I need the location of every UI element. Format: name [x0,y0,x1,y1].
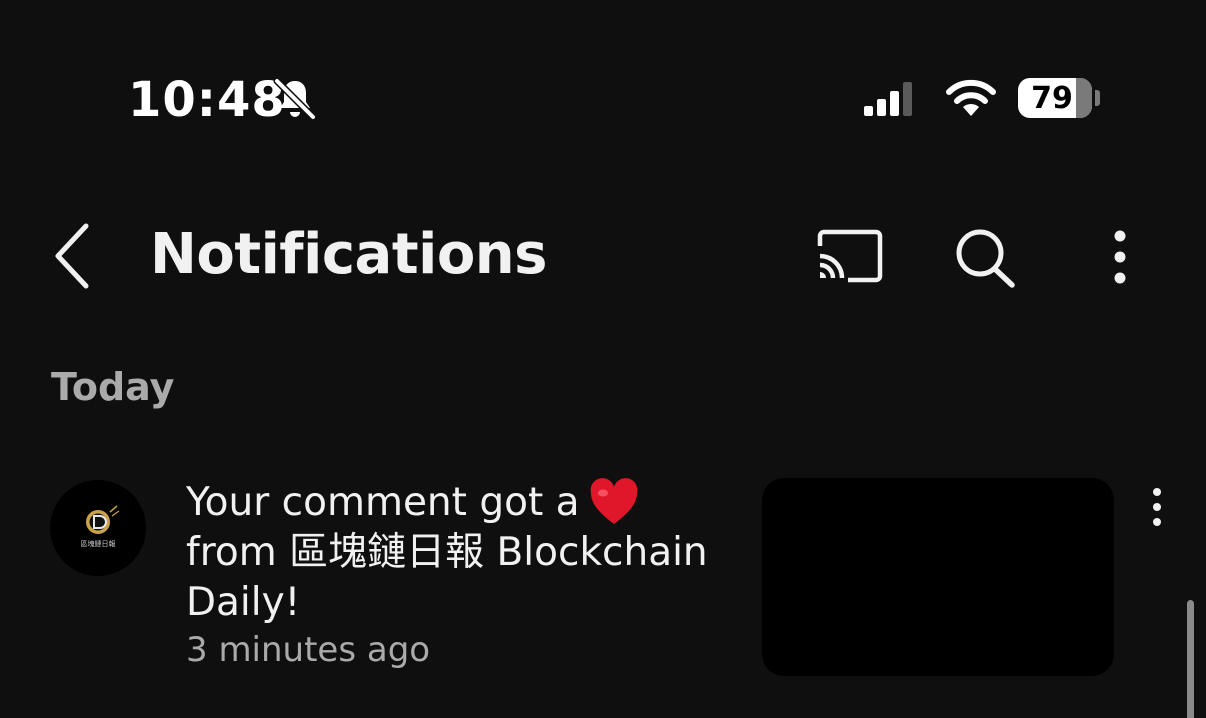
battery-tip [1095,90,1100,106]
more-vert-icon[interactable] [1104,226,1136,288]
battery-icon: 79 [1018,78,1092,118]
signal-icon [864,82,912,116]
wifi-icon [946,79,996,116]
back-arrow-icon[interactable] [48,222,96,290]
battery-level: 79 [1031,80,1073,116]
avatar-caption: 區塊鏈日報 [81,539,116,548]
notifications-screen: 10:48 79 Notifications Today 區塊鏈日報 Your … [0,0,1206,718]
message-line-1: Your comment got a [186,478,746,528]
page-title: Notifications [150,222,547,287]
channel-avatar[interactable]: 區塊鏈日報 [50,480,146,576]
notification-message: Your comment got a from 區塊鏈日報 Blockchain… [186,478,746,628]
message-line-2: from 區塊鏈日報 Blockchain [186,530,708,575]
status-time: 10:48 [128,72,286,128]
message-line-1-text: Your comment got a [186,480,580,525]
cast-icon[interactable] [814,228,884,284]
blockchain-daily-logo: 區塊鏈日報 [81,505,120,548]
red-heart-icon [590,478,637,524]
section-heading-today: Today [51,365,175,409]
video-thumbnail[interactable] [762,478,1114,676]
bell-slash-icon [273,77,317,121]
more-vert-icon[interactable] [1144,486,1170,528]
message-line-3: Daily! [186,580,301,625]
notification-item[interactable]: 區塊鏈日報 Your comment got a from 區塊鏈日報 Bloc… [0,470,1206,690]
scrollbar[interactable] [1187,600,1194,718]
notification-timestamp: 3 minutes ago [186,630,431,670]
search-icon[interactable] [952,226,1018,290]
